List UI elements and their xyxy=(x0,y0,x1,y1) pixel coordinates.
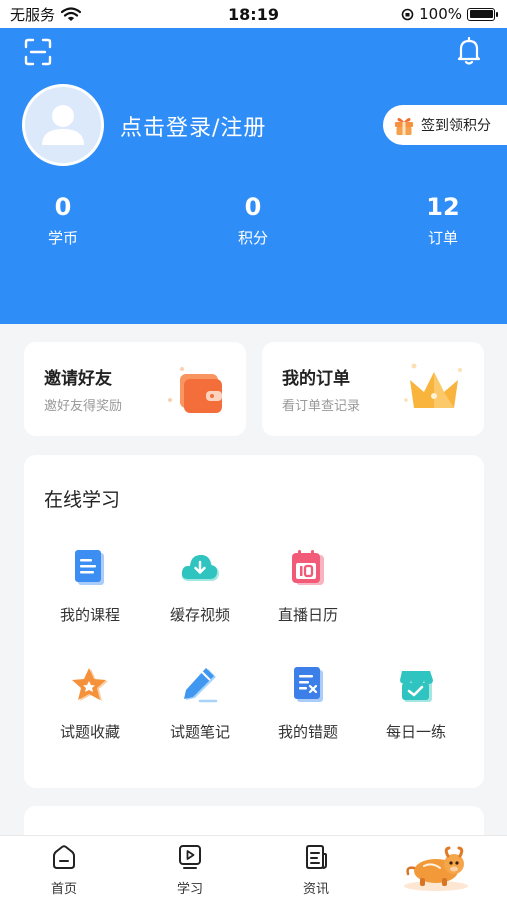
question-favorites-item[interactable]: 试题收藏 xyxy=(40,665,140,742)
orientation-lock-icon xyxy=(401,8,414,20)
grid-label: 缓存视频 xyxy=(169,606,230,624)
grid-label: 直播日历 xyxy=(277,606,338,624)
stats-row: 0 学币 0 积分 12 订单 xyxy=(0,193,507,253)
status-left: 无服务 xyxy=(10,4,82,25)
cloud-download-icon xyxy=(181,555,219,581)
stat-label: 积分 xyxy=(237,229,268,247)
pencil-icon xyxy=(184,668,218,703)
scan-icon[interactable] xyxy=(24,38,52,66)
section-title: 在线学习 xyxy=(44,489,121,511)
star-icon xyxy=(72,668,108,701)
question-notes-item[interactable]: 试题笔记 xyxy=(150,665,250,742)
my-courses-item[interactable]: 我的课程 xyxy=(40,548,140,625)
stat-value: 0 xyxy=(54,193,72,221)
grid-label: 我的错题 xyxy=(277,723,338,741)
home-icon xyxy=(53,845,75,869)
login-register-link[interactable]: 点击登录/注册 xyxy=(120,110,266,142)
mascot-ox-icon[interactable] xyxy=(400,846,472,892)
status-bar: 无服务 18:19 100% xyxy=(0,0,507,28)
daily-practice-item[interactable]: 每日一练 xyxy=(366,665,466,742)
stat-points[interactable]: 0 积分 xyxy=(213,193,293,248)
checkin-label: 签到领积分 xyxy=(421,118,491,134)
avatar[interactable] xyxy=(22,84,104,166)
play-icon xyxy=(179,845,201,869)
invite-subtitle: 邀好友得奖励 xyxy=(44,399,123,414)
grid-label: 每日一练 xyxy=(385,723,446,741)
user-silhouette-icon xyxy=(42,105,84,145)
carrier-text: 无服务 xyxy=(10,5,56,24)
stat-label: 学币 xyxy=(47,229,78,247)
tab-news[interactable]: 资讯 xyxy=(276,844,356,897)
battery-icon xyxy=(467,7,498,21)
grid-label: 我的课程 xyxy=(59,606,120,624)
tab-home[interactable]: 首页 xyxy=(24,844,104,897)
tab-label: 学习 xyxy=(176,882,203,897)
stat-value: 12 xyxy=(426,193,460,221)
battery-percent: 100% xyxy=(419,5,462,23)
stat-label: 订单 xyxy=(427,229,458,247)
grid-label: 试题收藏 xyxy=(59,723,120,741)
calendar-icon xyxy=(292,550,324,585)
online-learning-section: 在线学习 我的课程 缓存视频 直播日历 试题收藏 试题笔记 我的错题 每日一练 xyxy=(24,455,484,788)
tab-learning[interactable]: 学习 xyxy=(150,844,230,897)
bell-icon[interactable] xyxy=(455,36,483,66)
wallet-icon xyxy=(168,367,222,413)
wifi-icon xyxy=(61,6,82,21)
cached-videos-item[interactable]: 缓存视频 xyxy=(150,548,250,625)
stat-coins[interactable]: 0 学币 xyxy=(23,193,103,248)
status-right: 100% xyxy=(401,5,498,23)
crown-icon xyxy=(404,363,462,408)
invite-title: 邀请好友 xyxy=(44,369,112,389)
wrong-list-icon xyxy=(294,667,323,702)
document-icon xyxy=(75,550,104,585)
orders-title: 我的订单 xyxy=(282,369,350,389)
checkin-button[interactable]: 签到领积分 xyxy=(383,105,507,145)
tab-label: 资讯 xyxy=(302,882,329,897)
profile-header: 点击登录/注册 签到领积分 0 学币 0 积分 12 订单 xyxy=(0,28,507,324)
tab-label: 首页 xyxy=(50,882,77,897)
stat-value: 0 xyxy=(244,193,262,221)
orders-subtitle: 看订单查记录 xyxy=(282,399,361,414)
my-wrong-questions-item[interactable]: 我的错题 xyxy=(258,665,358,742)
news-icon xyxy=(306,845,327,869)
invite-friends-card[interactable]: 邀请好友 邀好友得奖励 xyxy=(24,342,246,436)
gift-icon xyxy=(395,118,413,135)
store-check-icon xyxy=(400,671,433,702)
live-calendar-item[interactable]: 直播日历 xyxy=(258,548,358,625)
stat-orders[interactable]: 12 订单 xyxy=(403,193,483,248)
grid-label: 试题笔记 xyxy=(169,723,230,741)
my-orders-card[interactable]: 我的订单 看订单查记录 xyxy=(262,342,484,436)
